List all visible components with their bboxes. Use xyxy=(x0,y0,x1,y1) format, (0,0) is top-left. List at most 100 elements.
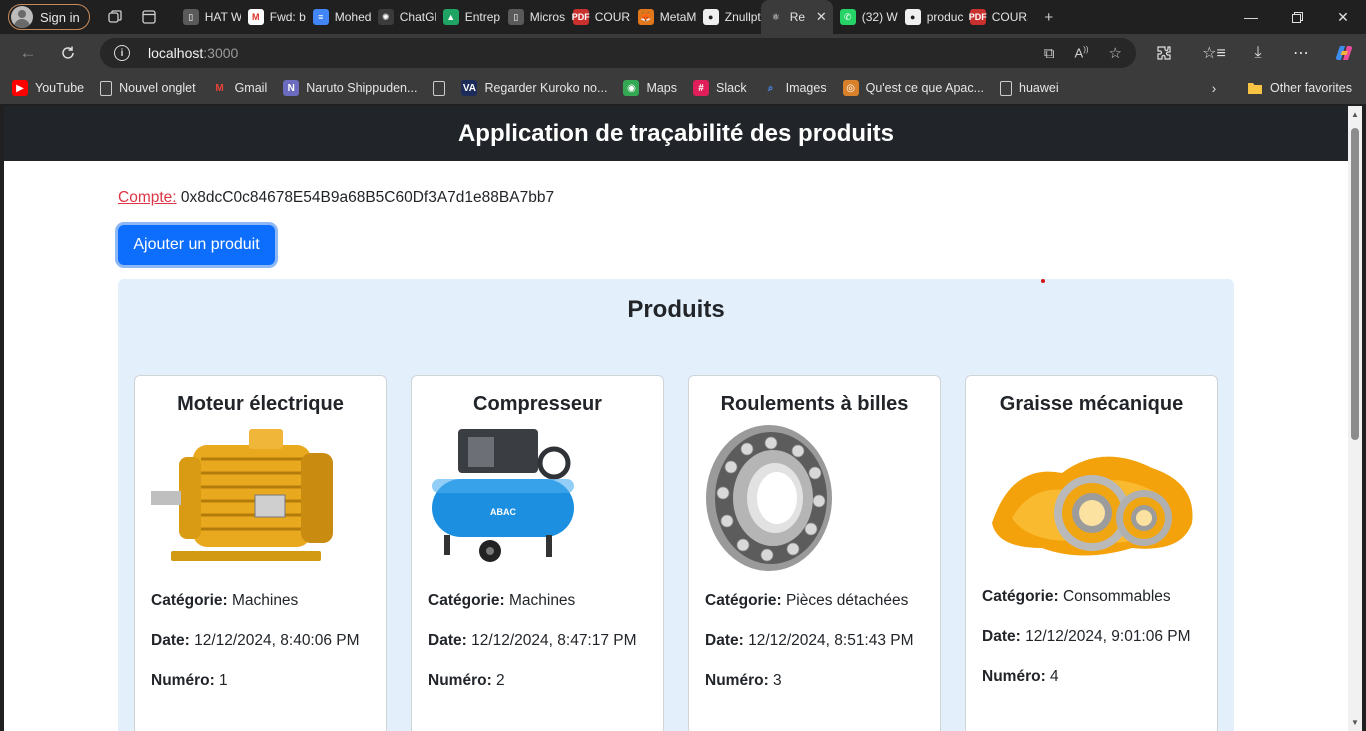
gmail-icon: M xyxy=(215,82,224,94)
product-name: Compresseur xyxy=(473,393,602,415)
bookmark-item[interactable]: ▶ YouTube xyxy=(4,72,92,104)
bookmark-item[interactable]: ⌕ Images xyxy=(755,72,835,104)
minimize-icon[interactable]: — xyxy=(1228,0,1274,34)
electric-motor-image xyxy=(151,423,336,578)
new-tab-icon[interactable]: + xyxy=(1032,0,1066,34)
split-screen-icon[interactable]: ⧉ xyxy=(1044,45,1055,62)
restore-icon[interactable] xyxy=(1274,0,1320,34)
number-label: Numéro: xyxy=(982,668,1046,685)
bookmark-label: Nouvel onglet xyxy=(119,81,196,95)
tab-9[interactable]: ● Znullpt xyxy=(696,0,761,34)
scrollbar-thumb[interactable] xyxy=(1351,128,1359,440)
tab-7[interactable]: PDF COURS xyxy=(566,0,631,34)
kuroko-icon: VA xyxy=(461,80,478,96)
tab-label: COURS xyxy=(991,10,1028,24)
product-number-line: Numéro: 4 xyxy=(982,668,1059,686)
product-category-line: Catégorie: Pièces détachées xyxy=(705,592,908,610)
mechanical-grease-image xyxy=(982,423,1202,573)
scroll-up-arrow-icon[interactable]: ▲ xyxy=(1351,110,1359,119)
bookmark-item[interactable]: VA Regarder Kuroko no... xyxy=(453,72,615,104)
category-label: Catégorie: xyxy=(982,588,1059,605)
scroll-down-arrow-icon[interactable]: ▼ xyxy=(1351,718,1359,727)
bookmark-item[interactable]: N Naruto Shippuden... xyxy=(275,72,425,104)
document-icon xyxy=(1000,80,1013,96)
refresh-icon[interactable] xyxy=(48,34,88,72)
product-card: Moteur électrique Catégorie: Machines Da… xyxy=(134,375,387,731)
address-bar[interactable]: i localhost:3000 ⧉ A)) ☆ xyxy=(100,38,1136,68)
react-icon: ⚛ xyxy=(767,9,784,25)
tab-13[interactable]: PDF COURS xyxy=(963,0,1028,34)
bookmark-label: Images xyxy=(785,81,827,95)
profile-label: Sign in xyxy=(40,9,80,25)
back-icon[interactable]: ← xyxy=(8,34,48,72)
favorites-icon[interactable]: ☆≡ xyxy=(1196,34,1232,72)
bookmark-item[interactable]: huawei xyxy=(992,72,1067,104)
document-icon: ▯ xyxy=(182,9,199,25)
apache-icon: ◎ xyxy=(842,80,859,96)
read-aloud-icon[interactable]: A)) xyxy=(1075,45,1089,60)
document-icon: ▯ xyxy=(507,9,524,25)
extensions-icon[interactable] xyxy=(1146,34,1182,72)
product-name: Moteur électrique xyxy=(177,393,344,415)
bookmark-item[interactable]: ◎ Qu'est ce que Apac... xyxy=(835,72,992,104)
metamask-icon: 🦊 xyxy=(637,9,654,25)
menu-icon[interactable]: ⋯ xyxy=(1283,34,1319,72)
tab-8[interactable]: 🦊 MetaM xyxy=(631,0,696,34)
product-date-line: Date: 12/12/2024, 8:47:17 PM xyxy=(428,632,637,650)
naruto-icon: N xyxy=(283,80,300,96)
product-category: Machines xyxy=(231,592,299,609)
profile-button[interactable]: Sign in xyxy=(8,4,90,30)
bookmark-label: Gmail xyxy=(234,81,268,95)
number-label: Numéro: xyxy=(705,672,769,689)
products-title: Produits xyxy=(627,296,725,323)
bookmark-item[interactable]: ◉ Maps xyxy=(615,72,685,104)
pdf-icon: PDF xyxy=(969,9,987,25)
product-category: Machines xyxy=(508,592,576,609)
search-icon: ⌕ xyxy=(767,82,774,94)
tab-1[interactable]: ▯ HAT We xyxy=(176,0,241,34)
tab-6[interactable]: ▯ Micros xyxy=(501,0,566,34)
date-label: Date: xyxy=(705,632,744,649)
page-scrollbar[interactable]: ▲ ▼ xyxy=(1348,106,1362,731)
add-product-button[interactable]: Ajouter un produit xyxy=(118,225,275,265)
product-card: Roulements à billes Catégorie: Pièces dé… xyxy=(688,375,941,731)
bookmark-label: Qu'est ce que Apac... xyxy=(865,81,985,95)
tab-3[interactable]: ≡ Mohed xyxy=(306,0,371,34)
tab-label: Mohed xyxy=(334,10,371,24)
tab-2[interactable]: M Fwd: bl xyxy=(241,0,306,34)
product-date: 12/12/2024, 8:40:06 PM xyxy=(194,632,360,649)
bookmarks-overflow-chevron-icon[interactable]: › xyxy=(1202,72,1226,104)
product-category: Pièces détachées xyxy=(785,592,909,609)
bookmark-item[interactable]: Nouvel onglet xyxy=(92,72,203,104)
app-title: Application de traçabilité des produits xyxy=(457,119,895,147)
product-category-line: Catégorie: Machines xyxy=(428,592,575,610)
bookmark-item[interactable]: # Slack xyxy=(685,72,755,104)
account-label[interactable]: Compte: xyxy=(118,189,177,206)
github-icon: ● xyxy=(904,9,921,25)
tab-10[interactable]: ⚛ Re ✕ xyxy=(760,0,833,34)
close-tab-icon[interactable]: ✕ xyxy=(816,9,827,25)
bookmark-other-favorites[interactable]: Other favorites xyxy=(1239,72,1360,104)
tabs-container: ▯ HAT We M Fwd: bl ≡ Mohed ✺ ChatGP ▲ Entrep ▯ Micr… xyxy=(176,0,1028,34)
downloads-icon[interactable]: ⤓ xyxy=(1240,34,1276,72)
bookmark-item[interactable] xyxy=(425,72,453,104)
number-label: Numéro: xyxy=(151,672,215,689)
product-date-line: Date: 12/12/2024, 9:01:06 PM xyxy=(982,628,1191,646)
product-number-line: Numéro: 3 xyxy=(705,672,782,690)
svg-text:ABAC: ABAC xyxy=(490,507,516,517)
tab-4[interactable]: ✺ ChatGP xyxy=(371,0,436,34)
chatgpt-icon: ✺ xyxy=(377,9,394,25)
workspaces-icon[interactable] xyxy=(98,0,132,34)
tab-label: ChatGP xyxy=(399,10,436,24)
tab-5[interactable]: ▲ Entrep xyxy=(436,0,501,34)
category-label: Catégorie: xyxy=(705,592,782,609)
favorite-star-icon[interactable]: ☆ xyxy=(1109,44,1122,62)
tab-12[interactable]: ● produc xyxy=(898,0,963,34)
tab-strip: Sign in ▯ HAT We M Fwd: bl ≡ Mohed ✺ ChatGP ▲ Ent… xyxy=(0,0,1366,34)
tab-11[interactable]: ✆ (32) Wh xyxy=(833,0,898,34)
close-window-icon[interactable]: ✕ xyxy=(1320,0,1366,34)
site-info-icon[interactable]: i xyxy=(114,45,130,61)
copilot-icon[interactable] xyxy=(1326,34,1362,72)
bookmark-item[interactable]: M Gmail xyxy=(204,72,276,104)
tab-actions-icon[interactable] xyxy=(132,0,166,34)
